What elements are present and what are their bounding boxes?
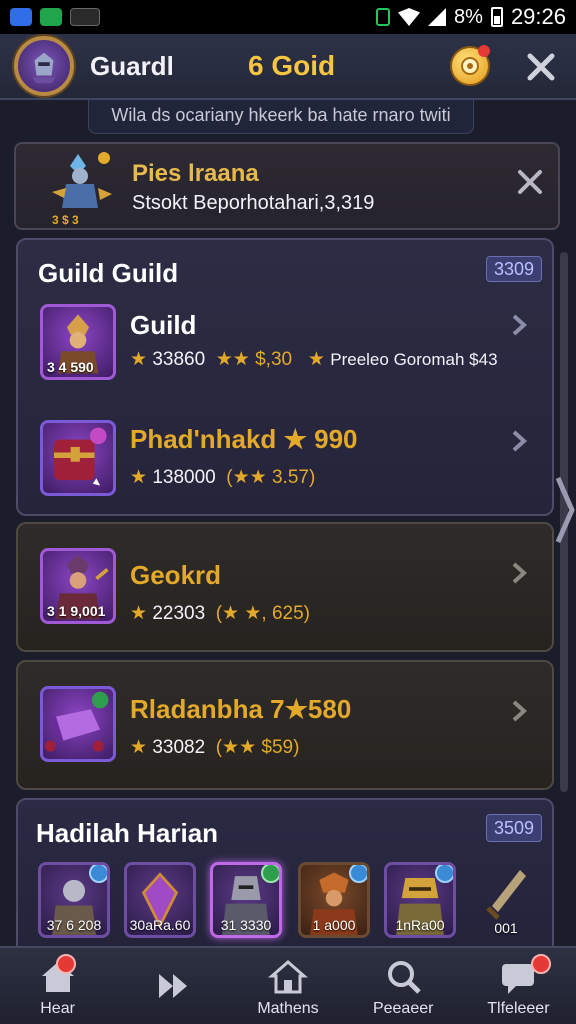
upgrade-badge: [89, 865, 107, 883]
card-stats: ★ 22303 (★ ★, 625): [130, 603, 310, 624]
star-icon: (★ ★,: [215, 603, 267, 624]
nav-label: Peeaeer: [372, 1000, 434, 1017]
star-icon: ★: [284, 694, 308, 724]
close-icon[interactable]: [522, 48, 560, 86]
upgrade-badge: [435, 865, 453, 883]
notification-subtitle: Stsokt Beporhotahari,3,319: [132, 192, 375, 214]
notification-title: Pies lraana: [132, 160, 259, 187]
row-stats: ★ 33860 ★★ $,30 ★ Preeleo Goromah $43: [130, 349, 498, 370]
thumbnail-caption: 3 4 590: [47, 359, 94, 375]
reward-caption: 31 3330: [220, 917, 272, 933]
upgrade-badge: [261, 865, 279, 883]
dismiss-icon[interactable]: [514, 166, 546, 198]
panel-count-badge: 3309: [486, 256, 542, 282]
guild-card[interactable]: 3 1 9,001 Geokrd ★ 22303 (★ ★, 625): [16, 522, 554, 652]
player-avatar[interactable]: [14, 36, 74, 96]
panel-title: Guild Guild: [38, 258, 179, 288]
nav-matches[interactable]: Mathens: [230, 948, 345, 1024]
chevron-right-icon[interactable]: [508, 312, 530, 338]
star-icon: ★: [307, 349, 325, 370]
guild-row[interactable]: 3 4 590 Guild ★ 33860 ★★ $,30 ★ Preeleo …: [18, 300, 552, 400]
status-bar: 8% 29:26: [0, 0, 576, 34]
nav-forward[interactable]: [115, 948, 230, 1024]
star-icon: ★: [283, 424, 307, 454]
svg-text:3 $ 3: 3 $ 3: [52, 213, 79, 227]
nav-label: Hear: [40, 1000, 75, 1017]
player-name: Guardl: [90, 50, 174, 81]
bottom-navigation: Hear Mathens Peeaeer Tlfeleeer: [0, 946, 576, 1024]
card-thumbnail: 3 1 9,001: [40, 548, 116, 624]
side-arrow-icon[interactable]: [552, 470, 576, 550]
signal-icon: [428, 8, 447, 26]
reward-item[interactable]: 001: [470, 862, 542, 938]
nav-home[interactable]: Hear: [0, 948, 115, 1024]
guild-panel: Guild Guild 3309 3 4 590 Guild ★ 33860 ★…: [16, 238, 554, 516]
star-icon: ★★: [215, 349, 250, 370]
notification-badge: [56, 954, 76, 974]
info-banner: Wila ds ocariany hkeerk ba hate rnaro tw…: [88, 100, 474, 134]
search-icon: [388, 961, 421, 994]
knight-portrait-icon: [32, 52, 56, 84]
guild-thumbnail: 3 4 590: [40, 304, 116, 380]
reward-caption: 001: [494, 920, 518, 936]
nav-search[interactable]: Peeaeer: [346, 948, 461, 1024]
top-header: Guardl 6 Goid: [0, 34, 576, 100]
wifi-icon: [398, 8, 421, 26]
reward-item[interactable]: 1nRa00: [384, 862, 456, 938]
card-thumbnail: [40, 686, 116, 762]
star-icon: ★: [130, 603, 148, 624]
vpn-icon: [376, 8, 391, 26]
thumbnail-caption: 3 1 9,001: [47, 603, 106, 619]
chest-icon: [54, 427, 107, 486]
reward-caption: 1 a000: [312, 917, 356, 933]
nav-label: Tlfeleeer: [487, 1000, 550, 1017]
card-stats: ★ 33082 (★★ $59): [130, 737, 300, 758]
house-icon: [268, 960, 308, 994]
fast-forward-icon: [158, 974, 187, 998]
row-title: Phad'nhakd ★ 990: [130, 424, 358, 454]
reward-item[interactable]: 37 6 208: [38, 862, 110, 938]
chevron-right-icon[interactable]: [508, 560, 530, 586]
star-icon: (★★: [215, 737, 257, 758]
notification-badge: [478, 45, 490, 57]
notification-badge: [530, 954, 551, 974]
daily-title: Hadilah Harian: [36, 818, 219, 848]
media-notification-icon: [70, 8, 100, 26]
card-title: Rladanbha 7★580: [130, 694, 352, 724]
chevron-right-icon[interactable]: [508, 698, 530, 724]
reward-item[interactable]: 30aRa.60: [124, 862, 196, 938]
message-notification-icon: [40, 8, 62, 26]
reward-caption: 1nRa00: [395, 917, 445, 933]
reward-caption: 37 6 208: [46, 917, 102, 933]
upgrade-badge: [349, 865, 367, 883]
app-notification-icon: [10, 8, 32, 26]
star-icon: ★: [130, 349, 148, 370]
row-stats: ★ 138000 (★★ 3.57): [130, 467, 316, 488]
row-title: Guild: [130, 310, 197, 340]
guild-thumbnail: [40, 420, 116, 496]
reward-item[interactable]: 31 3330: [210, 862, 282, 938]
chevron-right-icon[interactable]: [508, 428, 530, 454]
coin-shop-button[interactable]: [450, 45, 490, 86]
notification-card[interactable]: 3 $ 3 Pies lraana Stsokt Beporhotahari,3…: [14, 142, 560, 230]
daily-count-badge: 3509: [486, 814, 542, 842]
nav-chat[interactable]: Tlfeleeer: [461, 948, 576, 1024]
clock: 29:26: [510, 4, 566, 29]
battery-icon: [490, 7, 503, 27]
coin-icon: [461, 57, 479, 75]
star-icon: (★★: [226, 467, 267, 488]
daily-rewards-panel: Hadilah Harian 3509 37 6 208 30aRa.60 31…: [16, 798, 554, 948]
star-icon: ★: [130, 737, 148, 758]
nav-label: Mathens: [257, 1000, 319, 1017]
hero-icon: 3 $ 3: [52, 152, 112, 227]
guild-row[interactable]: Phad'nhakd ★ 990 ★ 138000 (★★ 3.57): [18, 416, 552, 516]
reward-caption: 30aRa.60: [129, 917, 191, 933]
gold-counter: 6 Goid: [248, 50, 336, 81]
card-title: Geokrd: [130, 560, 222, 590]
guild-card[interactable]: Rladanbha 7★580 ★ 33082 (★★ $59): [16, 660, 554, 790]
star-icon: ★: [130, 467, 148, 488]
reward-item[interactable]: 1 a000: [298, 862, 370, 938]
battery-percent: 8%: [454, 5, 483, 28]
gem-box-icon: [44, 691, 109, 752]
